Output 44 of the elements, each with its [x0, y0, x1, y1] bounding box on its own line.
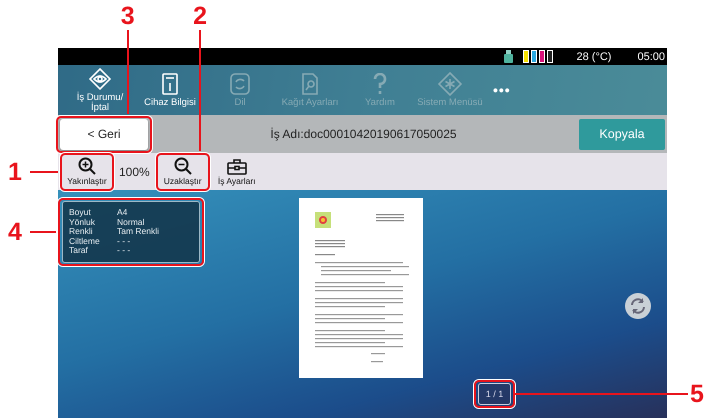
zoom-out-icon — [174, 157, 192, 175]
paper-icon — [301, 73, 319, 96]
info-label: Ciltleme — [69, 236, 101, 246]
callout-number: 4 — [8, 220, 22, 245]
toner-icon — [522, 50, 552, 63]
callout-number: 1 — [8, 160, 22, 184]
callout-number: 2 — [193, 4, 208, 29]
info-label: Boyut — [69, 208, 92, 218]
toolbox-icon — [226, 158, 247, 174]
zoom-in-button[interactable]: Yakınlaştır — [64, 156, 110, 188]
temperature: 28 (°C) — [576, 50, 612, 62]
zoom-out-button[interactable]: Uzaklaştır — [160, 156, 206, 188]
callout-frame — [474, 380, 515, 408]
info-label: Taraf — [69, 246, 89, 256]
callout-frame — [156, 152, 210, 190]
callout-number: 5 — [690, 382, 704, 407]
job-settings-button[interactable]: İş Ayarları — [214, 156, 260, 188]
more-button[interactable]: ••• — [493, 82, 511, 98]
info-label: Renkli — [69, 227, 94, 237]
leader-line — [30, 230, 56, 233]
copy-button[interactable]: Kopyala — [579, 118, 665, 150]
clock-time: 05:00 — [637, 50, 665, 62]
info-value: - - - — [117, 246, 132, 256]
job-name: İş Adı:doc00010420190617050025 — [269, 127, 458, 141]
usb-icon — [504, 50, 512, 63]
menu-item[interactable]: İş Durumu/ İptal — [65, 67, 135, 113]
refresh-icon — [229, 73, 251, 96]
menu-item[interactable]: Cihaz Bilgisi — [135, 67, 205, 113]
info-value: Normal — [117, 218, 146, 228]
zoom-level: 100% — [119, 164, 150, 178]
zoom-in-icon — [78, 157, 96, 175]
info-value: Tam Renkli — [117, 227, 160, 237]
info-label: Yönluk — [69, 218, 96, 228]
info-value: - - - — [117, 236, 132, 246]
callout-number: 3 — [120, 4, 135, 29]
eye-icon — [89, 68, 111, 90]
rotate-icon[interactable] — [625, 293, 651, 319]
leader-line — [30, 170, 58, 172]
page-counter: 1 / 1 — [478, 383, 511, 405]
system-icon — [438, 72, 462, 96]
help-icon — [372, 73, 388, 96]
info-icon — [161, 73, 179, 96]
back-button[interactable]: < Geri — [60, 118, 148, 150]
info-value: A4 — [117, 208, 128, 218]
